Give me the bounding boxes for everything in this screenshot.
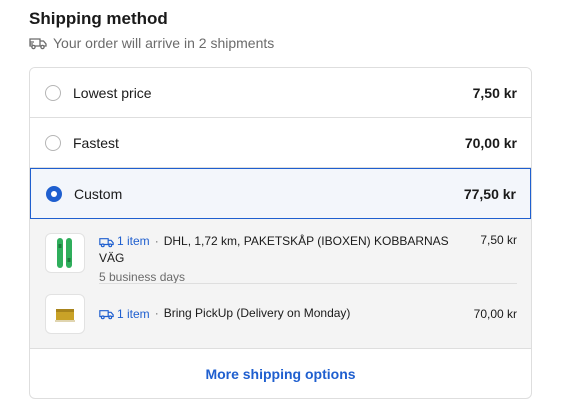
separator-dot: · bbox=[154, 234, 159, 248]
option-label: Lowest price bbox=[73, 84, 152, 101]
shipment-row: 1 item · DHL, 1,72 km, PAKETSKÅP (IBOXEN)… bbox=[45, 233, 517, 286]
items-count: 1 item bbox=[117, 234, 150, 249]
truck-icon bbox=[29, 36, 47, 50]
more-shipping-options-button[interactable]: More shipping options bbox=[30, 349, 531, 398]
shipping-option-custom[interactable]: Custom 77,50 kr bbox=[30, 168, 531, 219]
shipment-price: 70,00 kr bbox=[473, 307, 517, 321]
shipping-option-lowest-price[interactable]: Lowest price 7,50 kr bbox=[30, 68, 531, 118]
custom-shipments-panel: 1 item · DHL, 1,72 km, PAKETSKÅP (IBOXEN)… bbox=[30, 219, 531, 349]
shipping-method-card: Lowest price 7,50 kr Fastest 70,00 kr Cu… bbox=[29, 67, 532, 399]
shipment-row: 1 item · Bring PickUp (Delivery on Monday… bbox=[45, 294, 517, 334]
shipments-summary: Your order will arrive in 2 shipments bbox=[29, 35, 274, 51]
option-label: Custom bbox=[74, 185, 123, 202]
truck-icon bbox=[99, 236, 114, 248]
shipment-description: DHL, 1,72 km, PAKETSKÅP (IBOXEN) KOBBARN… bbox=[99, 234, 449, 266]
divider bbox=[99, 283, 517, 284]
option-label: Fastest bbox=[73, 134, 119, 151]
section-title: Shipping method bbox=[29, 9, 168, 28]
shipment-info: 1 item · Bring PickUp (Delivery on Monday… bbox=[99, 305, 464, 322]
items-link[interactable]: 1 item bbox=[99, 306, 150, 323]
shipping-option-fastest[interactable]: Fastest 70,00 kr bbox=[30, 118, 531, 168]
green-snowboard-thumbnail bbox=[45, 233, 85, 273]
option-price: 70,00 kr bbox=[464, 134, 517, 151]
radio-button-selected[interactable] bbox=[46, 185, 62, 202]
radio-button[interactable] bbox=[45, 84, 61, 101]
radio-button[interactable] bbox=[45, 134, 61, 151]
separator-dot: · bbox=[154, 306, 159, 321]
truck-icon bbox=[99, 308, 114, 320]
items-link[interactable]: 1 item bbox=[99, 233, 150, 250]
shipment-price: 7,50 kr bbox=[480, 233, 517, 247]
option-price: 77,50 kr bbox=[463, 185, 516, 202]
yellow-box-thumbnail bbox=[45, 294, 85, 334]
items-count: 1 item bbox=[117, 306, 150, 321]
option-price: 7,50 kr bbox=[472, 84, 517, 101]
shipments-summary-text: Your order will arrive in 2 shipments bbox=[53, 35, 275, 51]
shipment-description: Bring PickUp (Delivery on Monday) bbox=[163, 306, 351, 321]
shipment-info: 1 item · DHL, 1,72 km, PAKETSKÅP (IBOXEN)… bbox=[99, 233, 470, 286]
